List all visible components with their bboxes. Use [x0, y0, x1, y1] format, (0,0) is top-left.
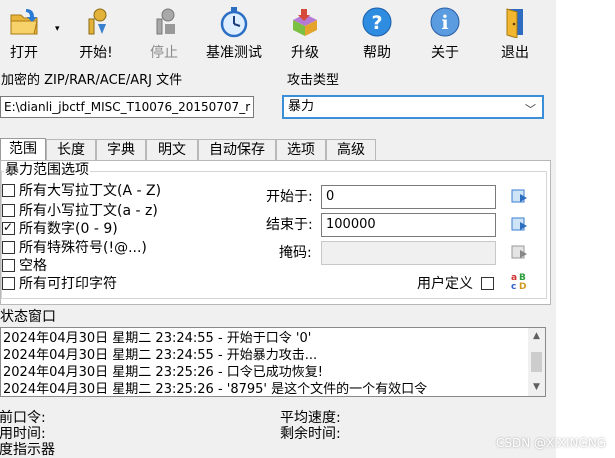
- special-label: 所有特殊符号(!@...): [19, 240, 147, 256]
- watermark: CSDN @XIXINGNG: [496, 436, 607, 450]
- option-uppercase[interactable]: 所有大写拉丁文(A - Z): [2, 182, 161, 200]
- printable-checkbox[interactable]: [2, 277, 15, 290]
- space-checkbox[interactable]: [2, 259, 15, 272]
- lowercase-label: 所有小写拉丁文(a - z): [19, 203, 158, 219]
- special-checkbox[interactable]: [2, 241, 15, 254]
- elapsed-time-label: 已用时间:: [0, 426, 46, 442]
- open-button[interactable]: 打开: [0, 4, 54, 66]
- average-speed-label: 平均速度:: [280, 410, 341, 426]
- file-path-input[interactable]: E:\dianli_jbctf_MISC_T10076_20150707_r: [0, 96, 254, 118]
- mask-pick-icon: [511, 245, 527, 259]
- stop-label: 停止: [150, 45, 178, 61]
- option-lowercase[interactable]: 所有小写拉丁文(a - z): [2, 202, 158, 220]
- file-group-title: 加密的 ZIP/RAR/ACE/ARJ 文件: [1, 73, 183, 88]
- user-defined-label: 用户定义: [417, 276, 473, 292]
- tab-autosave[interactable]: 自动保存: [198, 139, 276, 160]
- help-icon: ?: [362, 7, 392, 37]
- upgrade-box-icon: [293, 9, 317, 36]
- tab-plaintext[interactable]: 明文: [146, 139, 198, 160]
- start-from-label: 开始于:: [266, 189, 313, 205]
- info-icon: i: [430, 7, 460, 37]
- tab-dictionary[interactable]: 字典: [96, 139, 146, 160]
- about-label: 关于: [431, 45, 459, 61]
- svg-text:c: c: [511, 282, 516, 291]
- mask-input: [321, 241, 496, 265]
- tab-strip: 范围 长度 字典 明文 自动保存 选项 高级: [0, 138, 556, 161]
- tab-advanced[interactable]: 高级: [326, 139, 376, 160]
- charset-abc-icon[interactable]: a B c D: [510, 271, 530, 291]
- attack-type-title: 攻击类型: [287, 73, 340, 88]
- tab-range[interactable]: 范围: [0, 138, 46, 161]
- open-folder-icon: [10, 9, 38, 35]
- attack-type-select[interactable]: 暴力 ﹀: [282, 95, 544, 119]
- mask-label: 掩码:: [279, 245, 312, 261]
- exit-button[interactable]: 退出: [485, 4, 545, 66]
- toolbar: 打开 ▾ 开始! 停止 基准测试 升级 ? 帮助 i 关于 退出: [0, 0, 556, 68]
- status-log[interactable]: 2024年04月30日 星期二 23:24:55 - 开始于口令 '0' 202…: [0, 327, 546, 397]
- key-stop-icon: [156, 8, 175, 35]
- log-line: 2024年04月30日 星期二 23:24:55 - 开始暴力攻击...: [3, 348, 318, 363]
- start-from-input[interactable]: 0: [321, 185, 496, 209]
- background-area: [556, 0, 615, 458]
- exit-label: 退出: [501, 45, 529, 61]
- start-charset-pick-icon[interactable]: [511, 187, 529, 205]
- stopwatch-icon: [220, 7, 248, 38]
- scroll-down-icon[interactable]: ▼: [528, 379, 545, 396]
- end-charset-pick-icon[interactable]: [511, 215, 529, 233]
- attack-type-value: 暴力: [288, 99, 315, 114]
- space-label: 空格: [19, 258, 47, 274]
- exit-door-icon: [506, 8, 523, 38]
- log-line: 2024年04月30日 星期二 23:24:55 - 开始于口令 '0': [3, 331, 312, 346]
- open-label: 打开: [10, 45, 38, 61]
- key-run-icon: [88, 8, 107, 35]
- open-dropdown-icon[interactable]: ▾: [55, 24, 60, 34]
- svg-text:i: i: [441, 12, 448, 34]
- svg-text:D: D: [519, 282, 526, 291]
- help-label: 帮助: [363, 45, 391, 61]
- digits-checkbox[interactable]: [2, 220, 15, 235]
- tab-options[interactable]: 选项: [276, 139, 326, 160]
- end-at-input[interactable]: 100000: [321, 213, 496, 237]
- status-window-title: 状态窗口: [0, 309, 56, 325]
- brute-force-range-legend: 暴力范围选项: [4, 162, 90, 178]
- start-button[interactable]: 开始!: [66, 4, 126, 66]
- option-space[interactable]: 空格: [2, 257, 47, 275]
- lowercase-checkbox[interactable]: [2, 204, 15, 217]
- option-digits[interactable]: 所有数字(0 - 9): [2, 220, 118, 238]
- log-line: 2024年04月30日 星期二 23:25:26 - 口令已成功恢复!: [3, 365, 323, 380]
- user-defined-checkbox[interactable]: [481, 277, 495, 290]
- progress-label: 进度指示器: [0, 442, 55, 458]
- remaining-time-label: 剩余时间:: [280, 426, 341, 442]
- benchmark-button[interactable]: 基准测试: [204, 4, 264, 66]
- benchmark-label: 基准测试: [206, 45, 262, 61]
- svg-text:?: ?: [371, 12, 382, 34]
- scroll-thumb[interactable]: [531, 352, 542, 372]
- uppercase-label: 所有大写拉丁文(A - Z): [19, 183, 162, 199]
- upgrade-button[interactable]: 升级: [275, 4, 335, 66]
- stop-button: 停止: [134, 4, 194, 66]
- printable-label: 所有可打印字符: [19, 276, 117, 292]
- status-scrollbar[interactable]: ▲ ▼: [528, 328, 545, 396]
- tab-length[interactable]: 长度: [46, 139, 96, 160]
- about-button[interactable]: i 关于: [415, 4, 475, 66]
- scroll-up-icon[interactable]: ▲: [528, 328, 545, 345]
- user-defined-option[interactable]: 用户定义: [417, 275, 498, 293]
- start-label: 开始!: [79, 45, 113, 61]
- log-line: 2024年04月30日 星期二 23:25:26 - '8795' 是这个文件的…: [3, 382, 428, 397]
- chevron-down-icon: ﹀: [525, 103, 536, 116]
- option-printable[interactable]: 所有可打印字符: [2, 275, 117, 293]
- upgrade-label: 升级: [291, 45, 319, 61]
- digits-label: 所有数字(0 - 9): [19, 221, 118, 237]
- current-password-label: 当前口令:: [0, 410, 46, 426]
- app-window: 打开 ▾ 开始! 停止 基准测试 升级 ? 帮助 i 关于 退出 加密的 ZIP…: [0, 0, 556, 458]
- end-at-label: 结束于:: [266, 217, 313, 233]
- uppercase-checkbox[interactable]: [2, 184, 15, 197]
- option-special[interactable]: 所有特殊符号(!@...): [2, 239, 147, 257]
- help-button[interactable]: ? 帮助: [347, 4, 407, 66]
